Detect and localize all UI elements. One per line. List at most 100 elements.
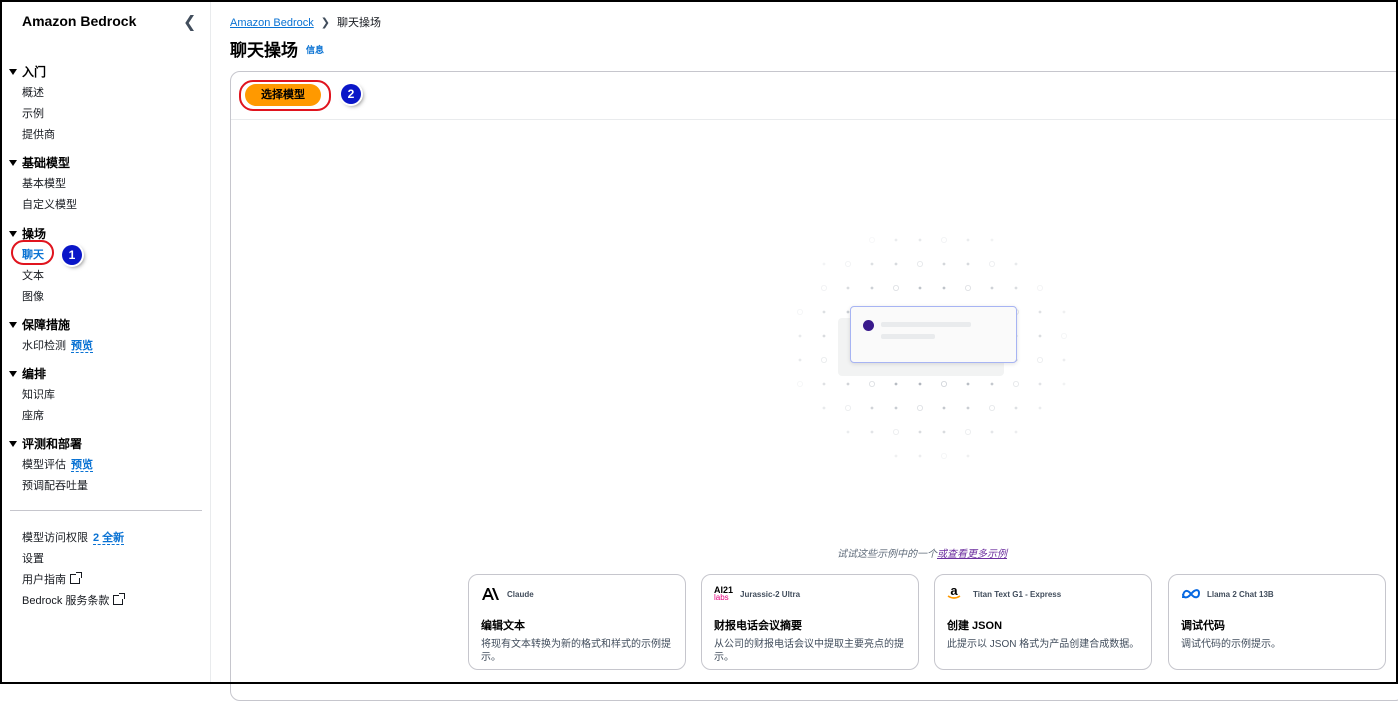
amazon-logo-icon: a xyxy=(947,583,961,602)
sidebar-title[interactable]: Amazon Bedrock xyxy=(22,13,136,29)
decor-dot xyxy=(894,238,898,242)
decor-dot xyxy=(917,404,924,411)
decor-dot xyxy=(1038,406,1042,410)
info-link[interactable]: 信息 xyxy=(306,43,324,56)
decor-dot xyxy=(846,382,850,386)
more-examples-link[interactable]: 或查看更多示例 xyxy=(937,549,1007,560)
decor-dot xyxy=(893,428,900,435)
decor-dot xyxy=(1038,310,1042,314)
caret-down-icon xyxy=(9,371,17,377)
chevron-right-icon: ❯ xyxy=(320,17,330,29)
decor-dot xyxy=(894,454,898,458)
decor-dot xyxy=(1014,286,1018,290)
sidebar-item-agents[interactable]: 座席 xyxy=(22,407,44,423)
new-badge[interactable]: 2 全新 xyxy=(93,532,125,545)
panel-divider xyxy=(231,119,1398,120)
page-title: 聊天操场 xyxy=(230,41,298,60)
nav-group-label: 保障措施 xyxy=(22,318,71,332)
decor-dot xyxy=(988,404,995,411)
sidebar-item-overview[interactable]: 概述 xyxy=(22,84,44,100)
logo-text: a xyxy=(950,583,958,598)
decor-dot xyxy=(990,430,994,434)
sidebar-divider xyxy=(10,510,202,511)
sidebar-item-model-access[interactable]: 模型访问权限 2 全新 xyxy=(22,529,125,545)
nav-group-label: 评测和部署 xyxy=(22,437,83,451)
decor-dot xyxy=(894,382,898,386)
nav-group-safeguards[interactable]: 保障措施 xyxy=(9,316,70,333)
placeholder-line xyxy=(881,334,935,339)
sidebar-item-provisioned-throughput[interactable]: 预调配吞吐量 xyxy=(22,477,88,493)
decor-dot xyxy=(1060,333,1067,340)
step-badge-2: 2 xyxy=(341,84,361,104)
sidebar-item-user-guide[interactable]: 用户指南 xyxy=(22,571,82,587)
example-card-jurassic[interactable]: AI21 labs Jurassic-2 Ultra 财报电话会议摘要 从公司的财… xyxy=(701,574,919,670)
examples-hint: 试试这些示例中的一个或查看更多示例 xyxy=(837,545,1007,560)
preview-badge[interactable]: 预览 xyxy=(71,340,93,353)
decor-dot xyxy=(1062,358,1066,362)
example-description: 将现有文本转换为新的格式和样式的示例提示。 xyxy=(481,639,671,663)
sidebar-item-knowledge-base[interactable]: 知识库 xyxy=(22,386,55,402)
decor-dot xyxy=(869,237,876,243)
decor-dot xyxy=(1014,406,1018,410)
sidebar-item-label: 用户指南 xyxy=(22,574,66,586)
nav-group-foundation-models[interactable]: 基础模型 xyxy=(9,154,70,171)
decor-dot xyxy=(822,382,826,386)
decor-dot xyxy=(846,286,850,290)
highlight-circle xyxy=(239,80,331,111)
sidebar-item-label: 水印检测 xyxy=(22,340,66,352)
decor-dot xyxy=(964,285,971,292)
decor-dot xyxy=(942,430,946,434)
caret-down-icon xyxy=(9,160,17,166)
collapse-sidebar-icon[interactable]: ❮ xyxy=(183,12,196,32)
decor-dot xyxy=(846,430,850,434)
decor-dot xyxy=(1062,382,1066,386)
breadcrumb: Amazon Bedrock ❯ 聊天操场 xyxy=(230,14,381,30)
sidebar-item-image[interactable]: 图像 xyxy=(22,288,44,304)
logo-text: labs xyxy=(714,593,729,602)
step-badge-1: 1 xyxy=(62,245,82,265)
sidebar-item-watermark[interactable]: 水印检测 预览 xyxy=(22,337,93,353)
sidebar-item-text[interactable]: 文本 xyxy=(22,267,44,283)
nav-group-getting-started[interactable]: 入门 xyxy=(9,63,46,80)
anthropic-logo-icon xyxy=(481,586,499,602)
sidebar-item-providers[interactable]: 提供商 xyxy=(22,126,55,142)
decor-dot xyxy=(798,358,802,362)
nav-group-label: 入门 xyxy=(22,65,47,79)
decor-dot xyxy=(820,357,827,364)
caret-down-icon xyxy=(9,69,17,75)
decor-dot xyxy=(1014,430,1018,434)
decor-dot xyxy=(797,380,803,387)
decor-dot xyxy=(918,382,922,386)
caret-down-icon xyxy=(9,231,17,237)
sidebar-item-base-models[interactable]: 基本模型 xyxy=(22,175,66,191)
sidebar-item-settings[interactable]: 设置 xyxy=(22,550,44,566)
decor-dot xyxy=(942,286,946,290)
decor-dot xyxy=(1038,334,1042,338)
caret-down-icon xyxy=(9,322,17,328)
decor-dot xyxy=(940,452,947,459)
sidebar-item-examples[interactable]: 示例 xyxy=(22,105,44,121)
preview-badge[interactable]: 预览 xyxy=(71,459,93,472)
decor-dot xyxy=(845,260,852,267)
model-name: Claude xyxy=(507,590,534,599)
external-link-icon xyxy=(70,572,82,584)
nav-group-assessment[interactable]: 评测和部署 xyxy=(9,435,82,452)
example-card-llama[interactable]: Llama 2 Chat 13B 调试代码 调试代码的示例提示。 xyxy=(1168,574,1386,670)
decor-dot xyxy=(918,430,922,434)
highlight-circle xyxy=(11,240,54,265)
example-card-claude[interactable]: Claude 编辑文本 将现有文本转换为新的格式和样式的示例提示。 xyxy=(468,574,686,670)
sidebar-item-terms[interactable]: Bedrock 服务条款 xyxy=(22,592,126,608)
decor-dot xyxy=(964,428,971,435)
decor-dot xyxy=(1062,310,1066,314)
sidebar-item-custom-models[interactable]: 自定义模型 xyxy=(22,196,77,212)
example-title: 调试代码 xyxy=(1181,620,1225,632)
example-description: 从公司的财报电话会议中提取主要亮点的提示。 xyxy=(714,639,904,663)
nav-group-orchestration[interactable]: 编排 xyxy=(9,365,46,382)
decor-dot xyxy=(893,285,900,292)
decor-dot xyxy=(940,237,947,243)
sidebar-item-model-evaluation[interactable]: 模型评估 预览 xyxy=(22,456,93,472)
decor-dot xyxy=(846,310,850,314)
decor-dot xyxy=(894,406,898,410)
example-card-titan[interactable]: a Titan Text G1 - Express 创建 JSON 此提示以 J… xyxy=(934,574,1152,670)
breadcrumb-link-bedrock[interactable]: Amazon Bedrock xyxy=(230,17,314,29)
